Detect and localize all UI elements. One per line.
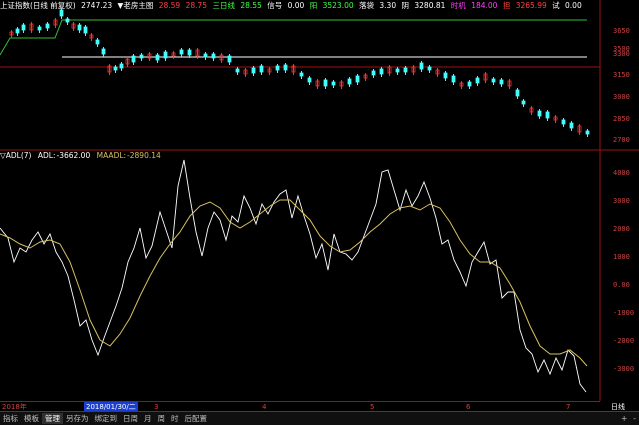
maadl-value: -2890.14 xyxy=(127,151,161,160)
candle-body xyxy=(163,51,168,59)
tab-save-as[interactable]: 另存为 xyxy=(63,413,92,424)
adl-tick: 4000 xyxy=(613,169,630,177)
period-label-area: 日线 xyxy=(603,401,639,411)
candle-body xyxy=(119,63,124,69)
price-tick: 3300 xyxy=(613,50,630,58)
candle-body xyxy=(299,72,304,77)
candle-body xyxy=(15,28,20,34)
adl-tick: -1000 xyxy=(613,309,635,317)
tab-day-week[interactable]: 日周 xyxy=(120,413,141,424)
candle-body xyxy=(45,23,50,29)
candle-body xyxy=(139,54,144,59)
tab-month[interactable]: 月 xyxy=(141,413,155,424)
adl-value: -3662.00 xyxy=(56,151,91,160)
adl-indicator-name[interactable]: ▽ADL(7) xyxy=(0,151,31,160)
candle-body xyxy=(101,48,106,55)
candle-body xyxy=(211,53,216,59)
tab-week[interactable]: 周 xyxy=(155,413,169,424)
adl-tick: 1000 xyxy=(613,253,630,261)
bottom-tab-bar: 指标 模板 管理 另存为 绑定到 日周 月 周 时 后配置 + - xyxy=(0,411,639,425)
candle-body xyxy=(355,75,360,83)
candle-body xyxy=(65,18,70,23)
price-axis: 3650 3500 3300 3150 3000 2850 2700 xyxy=(613,0,639,150)
tab-template[interactable]: 模板 xyxy=(21,413,42,424)
candle-body xyxy=(545,111,550,119)
candle-body xyxy=(331,81,336,86)
chart-canvas[interactable] xyxy=(0,0,639,424)
candle-body xyxy=(491,78,496,83)
candle-body xyxy=(113,66,118,71)
candlestick-series xyxy=(9,8,590,137)
candle-body xyxy=(95,39,100,45)
candle-body xyxy=(235,68,240,73)
candle-body xyxy=(323,79,328,87)
candle-body xyxy=(521,100,526,105)
candle-body xyxy=(259,65,264,73)
tab-hour[interactable]: 时 xyxy=(168,413,182,424)
candle-body xyxy=(569,122,574,129)
adl-axis: 4000 3000 2000 1000 0.00 -1000 -2000 -30… xyxy=(613,150,639,400)
candle-body xyxy=(451,75,456,83)
price-tick: 3650 xyxy=(613,27,630,35)
candle-body xyxy=(227,55,232,63)
candle-body xyxy=(379,68,384,75)
candle-body xyxy=(371,70,376,76)
candle-body xyxy=(283,64,288,71)
tab-manage[interactable]: 管理 xyxy=(42,413,63,424)
candle-body xyxy=(21,24,26,31)
candle-body xyxy=(187,49,192,56)
candle-body xyxy=(585,130,590,135)
candle-body xyxy=(499,79,504,85)
adl-tick: 2000 xyxy=(613,225,630,233)
tab-settings[interactable]: 后配置 xyxy=(182,413,211,424)
candle-body xyxy=(427,66,432,71)
candle-body xyxy=(59,9,64,17)
candle-body xyxy=(443,72,448,79)
price-tick: 3150 xyxy=(613,71,630,79)
candle-body xyxy=(395,68,400,73)
adl-tick: -3000 xyxy=(613,365,635,373)
candle-body xyxy=(307,77,312,83)
candle-body xyxy=(37,26,42,31)
indicator-lines xyxy=(0,159,588,393)
adl-tick: -2000 xyxy=(613,337,635,345)
zoom-out-button[interactable]: - xyxy=(630,414,639,423)
price-tick: 3000 xyxy=(613,93,630,101)
maadl-line xyxy=(0,199,588,367)
zoom-in-button[interactable]: + xyxy=(618,414,630,423)
candle-body xyxy=(347,78,352,85)
candle-body xyxy=(77,24,82,31)
candle-body xyxy=(131,55,136,63)
candle-body xyxy=(537,110,542,117)
candle-body xyxy=(83,26,88,34)
tab-bind[interactable]: 绑定到 xyxy=(92,413,121,424)
chart-grid xyxy=(0,0,639,401)
price-tick: 2850 xyxy=(613,115,630,123)
adl-line xyxy=(0,159,587,393)
candle-body xyxy=(251,67,256,74)
candle-body xyxy=(275,65,280,71)
candle-body xyxy=(179,49,184,55)
adl-header: ▽ADL(7) ADL:-3662.00 MAADL:-2890.14 xyxy=(0,150,165,161)
candle-body xyxy=(155,54,160,61)
candle-body xyxy=(467,81,472,87)
green-step-line xyxy=(0,19,587,56)
candle-body xyxy=(561,119,566,125)
candle-body xyxy=(419,62,424,70)
maadl-label: MAADL: xyxy=(96,151,127,160)
candle-body xyxy=(515,89,520,97)
candle-body xyxy=(403,67,408,73)
tab-indicator[interactable]: 指标 xyxy=(0,413,21,424)
candle-body xyxy=(475,77,480,84)
adl-label: ADL: xyxy=(37,151,56,160)
adl-tick: 0.00 xyxy=(613,281,630,289)
price-tick: 2700 xyxy=(613,136,630,144)
adl-tick: 3000 xyxy=(613,197,630,205)
candle-body xyxy=(203,53,208,58)
